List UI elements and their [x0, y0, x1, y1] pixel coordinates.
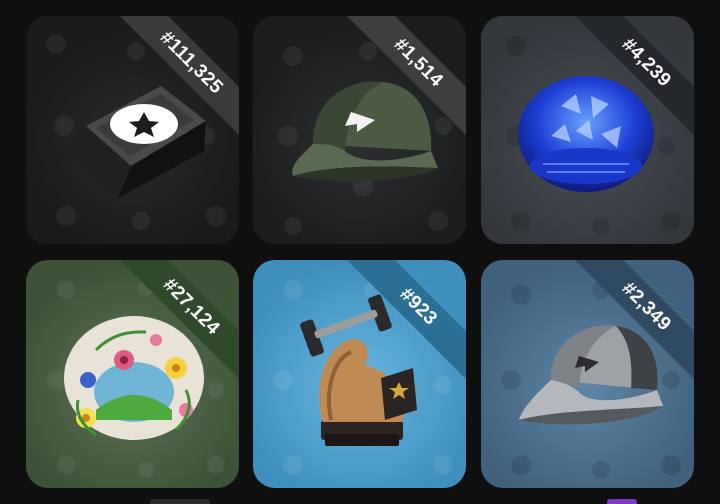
next-card-edge	[150, 499, 210, 504]
gift-card-grey-cap[interactable]: #2,349	[481, 260, 694, 488]
blue-crystal-hat-icon	[518, 76, 654, 192]
gift-card-keycap[interactable]: #111,325	[26, 16, 239, 244]
green-cap-icon	[292, 81, 438, 182]
grey-cap-icon	[519, 325, 663, 425]
gift-card-blue-crystal-hat[interactable]: #4,239	[481, 16, 694, 244]
gift-card-dumbbell-trophy[interactable]: #923	[253, 260, 466, 488]
dumbbell-arm-trophy-icon	[300, 294, 417, 446]
next-card-edge	[607, 499, 637, 504]
gift-card-green-cap[interactable]: #1,514	[253, 16, 466, 244]
flower-wreath-icon	[64, 316, 204, 440]
gift-card-flower-wreath[interactable]: #27,124	[26, 260, 239, 488]
gift-grid: #111,325 #1,514 #4,239 #27,124 #923 #2,3…	[0, 0, 720, 504]
keycap-icon	[66, 86, 206, 198]
